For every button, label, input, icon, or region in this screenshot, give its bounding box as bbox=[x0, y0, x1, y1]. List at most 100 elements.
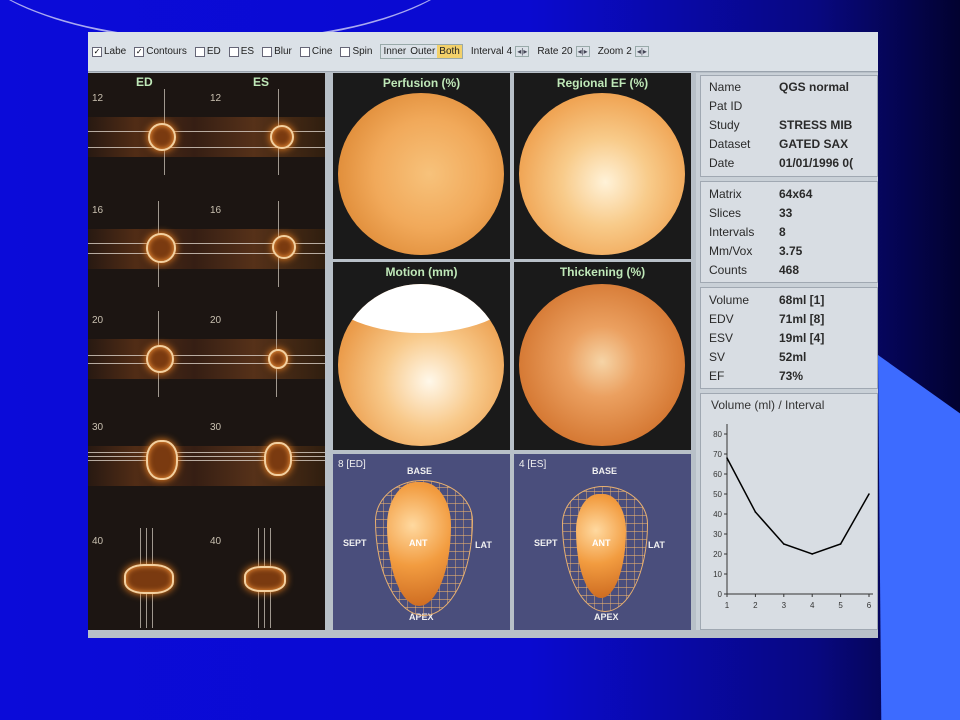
study-info-value: GATED SAX bbox=[779, 137, 849, 151]
thickening-title: Thickening (%) bbox=[559, 265, 646, 279]
thickening-panel[interactable]: Thickening (%) bbox=[514, 262, 691, 450]
zoom-control: Zoom 2 ◂|▸ bbox=[597, 46, 649, 57]
blur-checkbox[interactable]: Blur bbox=[262, 46, 292, 57]
acquisition-info-box: Matrix 64x64 Slices 33 Intervals 8 Mm/Vox 3.75 C… bbox=[700, 181, 878, 283]
slice-number: 12 bbox=[92, 93, 104, 104]
slide-accent-shape bbox=[878, 355, 960, 720]
volume-curve-box[interactable]: Volume (ml) / Interval 0 10 20 30 40 50 60 70 80… bbox=[700, 393, 878, 630]
slice-number: 16 bbox=[210, 205, 222, 216]
study-info-value: STRESS MIB bbox=[779, 118, 853, 132]
slice-number: 40 bbox=[210, 536, 222, 547]
function-info-key: SV bbox=[709, 350, 726, 364]
es-contour bbox=[270, 125, 294, 149]
volume-data-point bbox=[726, 457, 728, 459]
checkbox-icon: ✓ bbox=[92, 46, 102, 57]
outer-option[interactable]: Outer bbox=[408, 45, 437, 58]
study-info-key: Study bbox=[709, 118, 740, 132]
acquisition-info-value: 468 bbox=[779, 263, 800, 277]
y-tick-label: 70 bbox=[713, 450, 722, 459]
x-tick-label: 4 bbox=[810, 601, 815, 610]
y-tick-label: 50 bbox=[713, 490, 722, 499]
study-info-row: Study STRESS MIB bbox=[701, 116, 877, 135]
y-tick-label: 10 bbox=[713, 570, 722, 579]
acquisition-info-row: Counts 468 bbox=[701, 261, 877, 280]
ed-contour bbox=[148, 123, 176, 151]
y-tick-label: 20 bbox=[713, 550, 722, 559]
regional-ef-polar-map bbox=[519, 93, 685, 255]
sept-label: SEPT bbox=[534, 538, 558, 548]
ed-frame-label: 8 [ED] bbox=[338, 459, 366, 470]
function-info-value: 68ml [1] bbox=[779, 293, 825, 307]
acquisition-info-key: Matrix bbox=[709, 187, 742, 201]
volume-chart-title: Volume (ml) / Interval bbox=[711, 398, 825, 412]
es-surface-panel[interactable]: 4 [ES] BASE SEPT LAT APEX ANT bbox=[514, 454, 691, 630]
regional-ef-title: Regional EF (%) bbox=[556, 76, 649, 90]
function-info-value: 73% bbox=[779, 369, 804, 383]
acquisition-info-key: Counts bbox=[709, 263, 748, 277]
slice-row-40: 40 40 bbox=[88, 528, 325, 628]
perfusion-panel[interactable]: Perfusion (%) bbox=[333, 73, 510, 259]
base-label: BASE bbox=[592, 466, 618, 476]
acquisition-info-row: Slices 33 bbox=[701, 204, 877, 223]
es-column-label: ES bbox=[253, 75, 270, 89]
slice-row-30: 30 30 bbox=[88, 418, 325, 504]
study-info-row: Pat ID bbox=[701, 97, 877, 116]
toolbar: ✓ Labe ✓ Contours ED ES Blur Cine Spin Inn… bbox=[88, 32, 878, 72]
crosshair-line bbox=[88, 363, 325, 364]
regional-ef-panel[interactable]: Regional EF (%) bbox=[514, 73, 691, 259]
contours-checkbox[interactable]: ✓ Contours bbox=[134, 46, 187, 57]
function-info-row: Volume 68ml [1] bbox=[701, 291, 877, 310]
slice-number: 12 bbox=[210, 93, 222, 104]
slice-row-20: 20 20 bbox=[88, 311, 325, 397]
slice-number: 20 bbox=[92, 315, 104, 326]
function-info-value: 19ml [4] bbox=[779, 331, 825, 345]
x-tick-label: 2 bbox=[753, 601, 758, 610]
acquisition-info-row: Mm/Vox 3.75 bbox=[701, 242, 877, 261]
surface-selector: Inner Outer Both bbox=[380, 44, 463, 59]
es-contour bbox=[244, 566, 286, 592]
x-tick-label: 3 bbox=[782, 601, 787, 610]
acquisition-info-row: Matrix 64x64 bbox=[701, 185, 877, 204]
rate-control: Rate 20 ◂|▸ bbox=[537, 46, 590, 57]
slice-viewer[interactable]: ED ES 12 12 16 16 20 20 30 30 40 40 bbox=[88, 73, 325, 630]
checkbox-icon bbox=[340, 46, 351, 57]
study-info-key: Date bbox=[709, 156, 735, 170]
rate-spin-arrows-icon[interactable]: ◂|▸ bbox=[575, 46, 590, 57]
labels-checkbox[interactable]: ✓ Labe bbox=[92, 46, 126, 57]
qgs-window: ✓ Labe ✓ Contours ED ES Blur Cine Spin Inn… bbox=[88, 32, 878, 638]
spin-checkbox[interactable]: Spin bbox=[340, 46, 372, 57]
motion-panel[interactable]: Motion (mm) bbox=[333, 262, 510, 450]
study-info-row: Dataset GATED SAX bbox=[701, 135, 877, 154]
ed-surface-panel[interactable]: 8 [ED] BASE SEPT LAT APEX ANT bbox=[333, 454, 510, 630]
function-info-key: EF bbox=[709, 369, 725, 383]
y-tick-label: 80 bbox=[713, 430, 722, 439]
perfusion-title: Perfusion (%) bbox=[382, 76, 461, 90]
function-info-row: EDV 71ml [8] bbox=[701, 310, 877, 329]
checkbox-icon bbox=[299, 46, 310, 57]
inner-option[interactable]: Inner bbox=[381, 45, 408, 58]
both-option[interactable]: Both bbox=[437, 45, 462, 58]
volume-data-point bbox=[839, 543, 842, 545]
interval-spin-arrows-icon[interactable]: ◂|▸ bbox=[515, 46, 530, 57]
base-label: BASE bbox=[407, 466, 433, 476]
acquisition-info-value: 33 bbox=[779, 206, 793, 220]
crosshair-line bbox=[88, 147, 325, 148]
volume-series-line bbox=[726, 457, 870, 555]
acquisition-info-value: 3.75 bbox=[779, 244, 803, 258]
cine-checkbox[interactable]: Cine bbox=[299, 46, 332, 57]
ed-contour bbox=[146, 233, 176, 263]
x-tick-label: 5 bbox=[838, 601, 843, 610]
es-contour bbox=[264, 442, 292, 476]
ed-checkbox[interactable]: ED bbox=[194, 46, 221, 57]
acquisition-info-value: 64x64 bbox=[779, 187, 813, 201]
es-contour bbox=[268, 349, 288, 369]
study-info-row: Date 01/01/1996 0( bbox=[701, 154, 877, 173]
slice-number: 20 bbox=[210, 315, 222, 326]
volume-data-point bbox=[754, 511, 757, 513]
acquisition-info-key: Intervals bbox=[709, 225, 755, 239]
acquisition-info-key: Mm/Vox bbox=[709, 244, 753, 258]
function-info-row: EF 73% bbox=[701, 367, 877, 386]
es-checkbox[interactable]: ES bbox=[228, 46, 254, 57]
zoom-spin-arrows-icon[interactable]: ◂|▸ bbox=[634, 46, 649, 57]
ed-column-label: ED bbox=[136, 75, 153, 89]
